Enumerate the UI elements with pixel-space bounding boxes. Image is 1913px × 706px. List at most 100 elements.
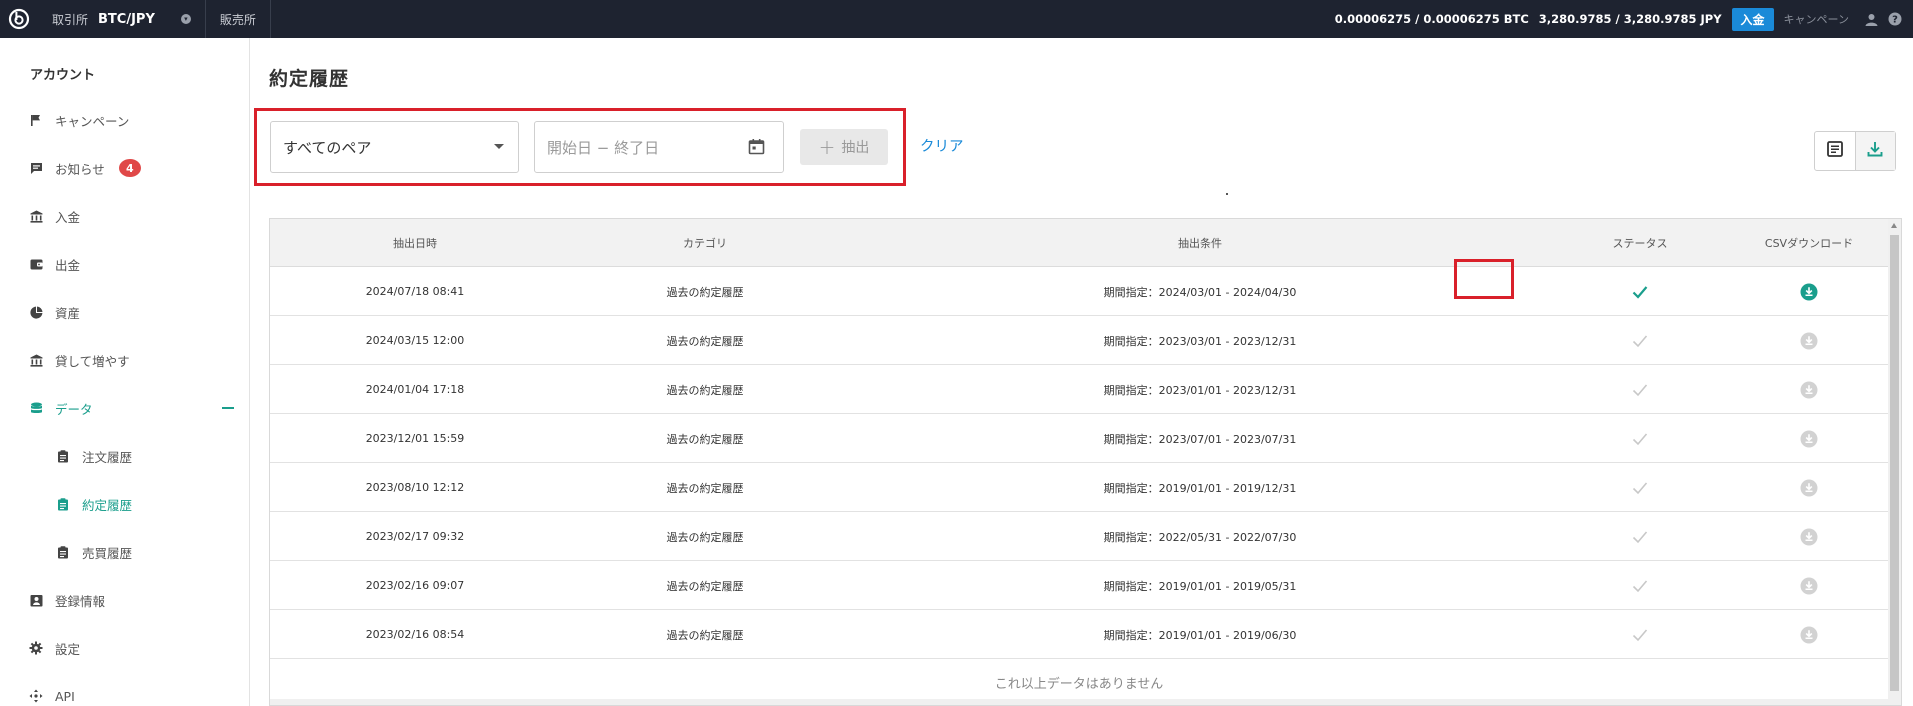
- cell-condition: 期間指定：2024/03/01 - 2024/04/30: [1103, 285, 1297, 299]
- document-icon: [1826, 140, 1844, 162]
- extract-button[interactable]: + 抽出: [800, 129, 888, 165]
- exchange-pair-selector[interactable]: 取引所 BTC/JPY ▾: [38, 0, 206, 38]
- user-icon[interactable]: [1862, 10, 1880, 28]
- cell-category: 過去の約定履歴: [666, 628, 744, 642]
- cell-date: 2024/01/04 17:18: [365, 383, 465, 396]
- sidebar-item-label: 登録情報: [55, 593, 106, 609]
- id-card-icon: [29, 593, 43, 607]
- sidebar-item-label: 入金: [55, 209, 81, 225]
- sidebar-item-label: 約定履歴: [82, 497, 133, 513]
- download-icon: [1866, 140, 1884, 162]
- pair-select[interactable]: すべてのペア: [270, 121, 519, 173]
- flag-icon: [29, 113, 43, 127]
- vertical-scrollbar[interactable]: [1888, 219, 1901, 705]
- cell-date: 2023/02/16 09:07: [365, 579, 465, 592]
- collapse-icon[interactable]: [222, 407, 234, 409]
- column-header[interactable]: カテゴリ: [560, 219, 850, 267]
- horizontal-scrollbar[interactable]: [270, 699, 1888, 705]
- logo-icon[interactable]: [0, 0, 38, 38]
- sidebar-item-withdraw[interactable]: 出金: [0, 253, 249, 275]
- download-circle-icon: [1800, 577, 1818, 594]
- sidebar-item-settings[interactable]: 設定: [0, 637, 249, 659]
- scrollbar-thumb[interactable]: [1890, 235, 1899, 691]
- sidebar-item-news[interactable]: お知らせ 4: [0, 157, 249, 179]
- table-row: 2023/02/16 08:54 過去の約定履歴 期間指定：2019/01/01 -…: [270, 610, 1888, 659]
- sidebar-item-label: データ: [55, 401, 93, 417]
- api-icon: [29, 689, 43, 703]
- clear-link[interactable]: クリア: [920, 135, 964, 156]
- table-row: 2024/03/15 12:00 過去の約定履歴 期間指定：2023/03/01 -…: [270, 316, 1888, 365]
- column-header[interactable]: ステータス: [1550, 219, 1730, 267]
- history-table: 抽出日時 カテゴリ 抽出条件 ステータス CSVダウンロード 2024/07/1…: [269, 218, 1902, 706]
- extract-button-label: 抽出: [841, 140, 870, 156]
- sidebar-item-label: 出金: [55, 257, 81, 273]
- svg-text:?: ?: [1892, 15, 1898, 26]
- wallet-icon: [29, 257, 43, 271]
- cell-condition: 期間指定：2019/01/01 - 2019/06/30: [1103, 628, 1297, 642]
- status-check-icon: [1550, 610, 1730, 659]
- clipboard-icon: [56, 497, 70, 511]
- column-header[interactable]: 抽出条件: [850, 219, 1550, 267]
- cell-condition: 期間指定：2023/07/01 - 2023/07/31: [1103, 432, 1297, 446]
- sales-link[interactable]: 販売所: [206, 0, 271, 38]
- csv-download-button: [1730, 316, 1888, 365]
- cell-category: 過去の約定履歴: [666, 432, 744, 446]
- table-row: 2024/07/18 08:41 過去の約定履歴 期間指定：2024/03/01 -…: [270, 267, 1888, 316]
- status-check-icon: [1550, 463, 1730, 512]
- sidebar-item-trade-history[interactable]: 約定履歴: [0, 493, 249, 515]
- status-check-icon: [1550, 316, 1730, 365]
- date-range-input[interactable]: 開始日 − 終了日: [534, 121, 784, 173]
- sidebar-item-label: 売買履歴: [82, 545, 133, 561]
- sidebar-item-campaign[interactable]: キャンペーン: [0, 109, 249, 131]
- csv-download-button: [1730, 414, 1888, 463]
- sidebar-item-label: お知らせ: [55, 161, 105, 177]
- sidebar-item-assets[interactable]: 資産: [0, 301, 249, 323]
- column-header[interactable]: CSVダウンロード: [1730, 219, 1888, 267]
- sidebar-item-label: 貸して増やす: [55, 353, 130, 369]
- caret-down-icon: [494, 144, 504, 149]
- table-row: 2023/02/17 09:32 過去の約定履歴 期間指定：2022/05/31 -…: [270, 512, 1888, 561]
- csv-download-button: [1730, 610, 1888, 659]
- cell-date: 2024/07/18 08:41: [365, 285, 465, 298]
- csv-download-button: [1730, 365, 1888, 414]
- sidebar-item-label: 資産: [55, 305, 81, 321]
- status-check-icon: [1550, 561, 1730, 610]
- csv-download-button: [1730, 463, 1888, 512]
- notification-badge: 4: [118, 159, 141, 177]
- date-range-placeholder: 開始日 − 終了日: [547, 138, 660, 157]
- cell-date: 2023/02/17 09:32: [365, 530, 465, 543]
- pie-chart-icon: [29, 305, 43, 319]
- sidebar-item-sales-history[interactable]: 売買履歴: [0, 541, 249, 563]
- csv-download-button: [1730, 512, 1888, 561]
- sidebar-item-api[interactable]: API: [0, 685, 249, 706]
- artifact-dot: [1226, 193, 1228, 195]
- cell-date: 2024/03/15 12:00: [365, 334, 465, 347]
- sidebar-item-label: 注文履歴: [82, 449, 133, 465]
- pair-select-value: すべてのペア: [283, 138, 372, 157]
- cell-condition: 期間指定：2019/01/01 - 2019/12/31: [1103, 481, 1297, 495]
- btc-balance: 0.00006275 / 0.00006275 BTC: [1334, 12, 1529, 26]
- csv-download-button[interactable]: [1730, 267, 1888, 316]
- help-icon[interactable]: ?: [1886, 10, 1904, 28]
- sidebar-item-data[interactable]: データ: [0, 397, 249, 419]
- download-circle-icon: [1800, 479, 1818, 496]
- sidebar-item-label: 設定: [55, 641, 81, 657]
- sidebar-item-deposit[interactable]: 入金: [0, 205, 249, 227]
- cell-condition: 期間指定：2023/01/01 - 2023/12/31: [1103, 383, 1297, 397]
- scroll-up-icon[interactable]: [1891, 223, 1897, 228]
- campaign-link[interactable]: キャンペーン: [1784, 11, 1849, 27]
- cell-category: 過去の約定履歴: [666, 383, 744, 397]
- column-header[interactable]: 抽出日時: [270, 219, 560, 267]
- list-view-button[interactable]: [1815, 132, 1855, 170]
- download-view-button[interactable]: [1854, 132, 1895, 170]
- sidebar-item-registration[interactable]: 登録情報: [0, 589, 249, 611]
- download-circle-icon: [1800, 332, 1818, 349]
- view-toggle: [1814, 131, 1896, 171]
- exchange-label: 取引所: [52, 12, 89, 27]
- message-icon: [29, 161, 43, 175]
- cell-condition: 期間指定：2022/05/31 - 2022/07/30: [1103, 530, 1297, 544]
- deposit-button[interactable]: 入金: [1731, 7, 1774, 31]
- download-circle-icon: [1800, 381, 1818, 398]
- sidebar-item-order-history[interactable]: 注文履歴: [0, 445, 249, 467]
- sidebar-item-lending[interactable]: 貸して増やす: [0, 349, 249, 371]
